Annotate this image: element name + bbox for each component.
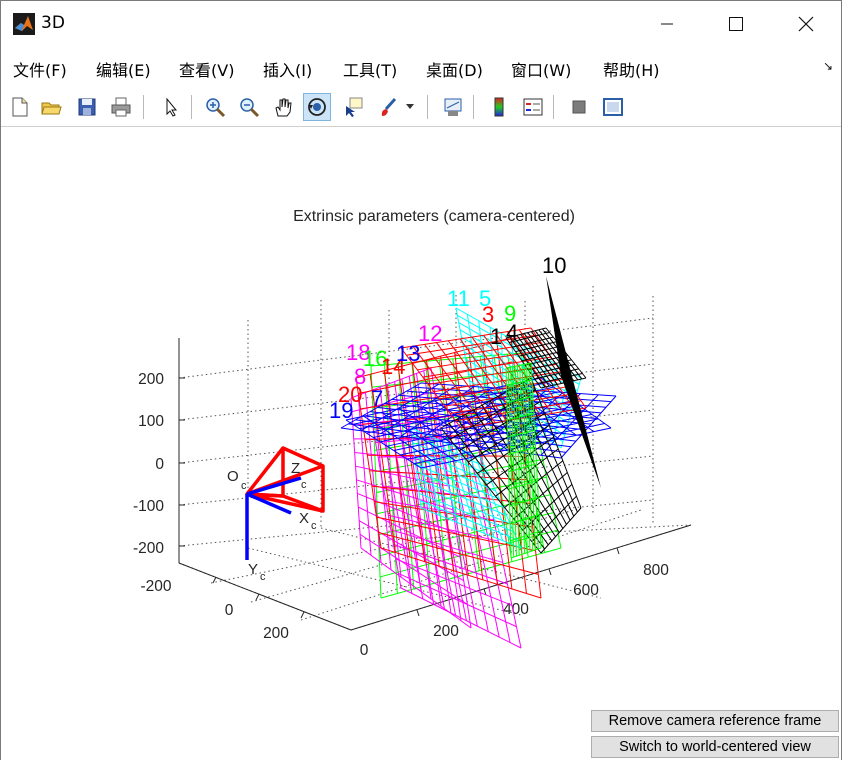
pointer-button[interactable] (157, 93, 185, 121)
y-tick-label: 800 (643, 562, 669, 579)
camera-x-label: X (299, 510, 309, 527)
toolbar-separator (143, 95, 144, 119)
colorbar-button[interactable] (485, 93, 513, 121)
toolbar-separator (473, 95, 474, 119)
remove-camera-frame-button[interactable]: Remove camera reference frame (591, 710, 839, 732)
title-bar[interactable]: 3D (1, 1, 841, 47)
menu-insert[interactable]: 插入(I) (263, 57, 312, 81)
x-tick-label: -200 (140, 578, 171, 595)
z-tick-label: 100 (138, 413, 164, 430)
menu-view[interactable]: 查看(V) (179, 57, 234, 81)
show-plot-tools-icon (603, 98, 623, 116)
figure-canvas: Extrinsic parameters (camera-centered) 2… (1, 128, 841, 760)
zoom-out-button[interactable] (235, 93, 263, 121)
legend-icon (523, 98, 543, 116)
figure-toolbar (1, 87, 841, 127)
window-title: 3D (41, 13, 65, 33)
print-button[interactable] (107, 93, 135, 121)
menu-help[interactable]: 帮助(H) (603, 57, 660, 81)
print-icon (111, 97, 131, 117)
grid-label-1: 1 (490, 324, 502, 349)
grid-label-7: 7 (371, 386, 383, 411)
new-figure-button[interactable] (5, 93, 33, 121)
grid-label-12: 12 (418, 321, 442, 346)
link-plot-icon (444, 98, 462, 116)
camera-y-subscript: c (260, 571, 266, 583)
legend-button[interactable] (519, 93, 547, 121)
zoom-in-button[interactable] (201, 93, 229, 121)
camera-origin-label: O (227, 468, 239, 485)
data-cursor-button[interactable] (339, 93, 367, 121)
grid-label-4: 4 (506, 320, 518, 345)
toolbar-separator (553, 95, 554, 119)
z-tick-label: 200 (138, 371, 164, 388)
hide-plot-tools-button[interactable] (565, 93, 593, 121)
rotate-3d-icon (308, 98, 326, 116)
switch-world-view-button[interactable]: Switch to world-centered view (591, 736, 839, 758)
extrinsic-3d-plot[interactable]: Extrinsic parameters (camera-centered) 2… (1, 128, 841, 760)
y-tick-label: 200 (433, 623, 459, 640)
figure-window: 3D 文件(F) 编辑(E) 查看(V) 插入(I) 工具(T) 桌面(D) 窗… (0, 0, 842, 760)
open-file-button[interactable] (37, 93, 65, 121)
camera-axis-labels: O c X c Y c Z c (227, 460, 317, 583)
maximize-button[interactable] (702, 1, 770, 47)
camera-origin-subscript: c (241, 480, 247, 492)
dock-figure-icon[interactable]: ↘ (823, 59, 833, 73)
y-tick-label: 600 (573, 582, 599, 599)
minimize-icon (661, 23, 673, 25)
camera-y-label: Y (248, 561, 258, 578)
menu-file[interactable]: 文件(F) (13, 57, 67, 81)
show-plot-tools-button[interactable] (599, 93, 627, 121)
zoom-in-icon (206, 98, 226, 118)
close-icon (798, 16, 814, 32)
z-tick-labels: 200 100 0 -100 -200 (133, 371, 164, 557)
menu-window[interactable]: 窗口(W) (511, 57, 571, 81)
brush-button[interactable] (375, 93, 403, 121)
colorbar-icon (494, 97, 504, 117)
toolbar-separator (191, 95, 192, 119)
menu-edit[interactable]: 编辑(E) (96, 57, 151, 81)
pan-hand-icon (275, 98, 292, 117)
camera-x-subscript: c (311, 520, 317, 532)
link-plot-button[interactable] (439, 93, 467, 121)
maximize-icon (729, 17, 743, 31)
plot-title: Extrinsic parameters (camera-centered) (293, 208, 575, 225)
open-file-icon (41, 102, 62, 115)
close-button[interactable] (772, 1, 840, 47)
toolbar-separator (427, 95, 428, 119)
grid-label-19: 19 (329, 398, 353, 423)
y-tick-label: 0 (360, 642, 369, 659)
camera-z-subscript: c (301, 479, 307, 491)
pointer-icon (166, 97, 178, 117)
grid-label-10: 10 (542, 253, 566, 278)
matlab-logo-icon (13, 13, 35, 35)
x-tick-label: 200 (263, 625, 289, 642)
grid-label-13: 13 (396, 341, 420, 366)
z-tick-label: -200 (133, 540, 164, 557)
data-cursor-icon (346, 97, 363, 117)
menu-tools[interactable]: 工具(T) (343, 57, 397, 81)
brush-dropdown-button[interactable] (403, 93, 417, 121)
menu-bar: 文件(F) 编辑(E) 查看(V) 插入(I) 工具(T) 桌面(D) 窗口(W… (1, 53, 841, 81)
camera-axes (245, 476, 302, 560)
x-tick-label: 0 (225, 602, 234, 619)
rotate-3d-button[interactable] (303, 93, 331, 121)
hide-plot-tools-icon (572, 100, 586, 114)
z-tick-label: 0 (155, 456, 164, 473)
zoom-out-icon (240, 98, 260, 118)
save-button[interactable] (73, 93, 101, 121)
grid-label-11: 11 (447, 286, 470, 311)
camera-frustum (245, 446, 325, 513)
x-tick-labels: -200 0 200 (140, 578, 289, 642)
menu-desktop[interactable]: 桌面(D) (426, 57, 483, 81)
z-tick-label: -100 (133, 498, 164, 515)
new-figure-icon (12, 97, 28, 117)
brush-icon (381, 97, 397, 116)
save-icon (78, 98, 96, 116)
brush-dropdown-icon (406, 104, 414, 109)
minimize-button[interactable] (633, 1, 701, 47)
pan-button[interactable] (269, 93, 297, 121)
camera-z-label: Z (291, 460, 300, 477)
